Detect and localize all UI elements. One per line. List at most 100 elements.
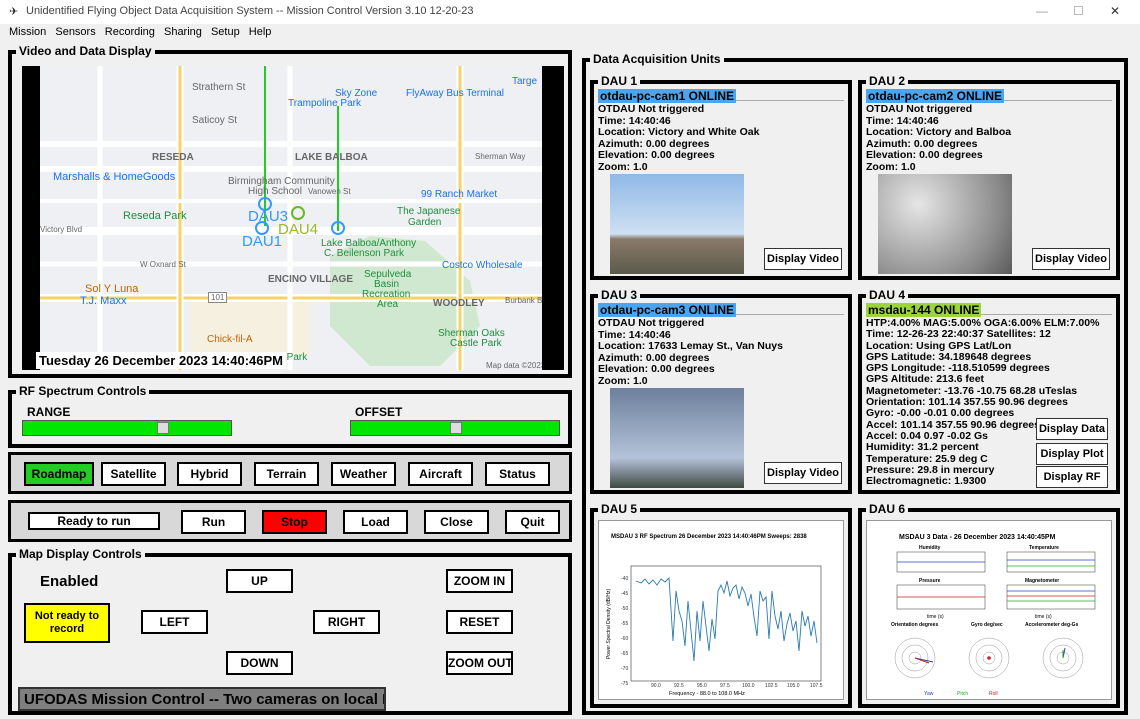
- map-label: FlyAway Bus Terminal: [406, 88, 504, 99]
- map-label: Strathern St: [192, 82, 246, 93]
- map-label: C. Beilenson Park: [324, 248, 405, 259]
- dau1-display-video-button[interactable]: Display Video: [764, 248, 842, 270]
- dau2-header: otdau-pc-cam2 ONLINE: [866, 87, 1112, 103]
- map-datetime: Tuesday 26 December 2023 14:40:46PM: [36, 352, 287, 369]
- dau4-panel: DAU 4 msdau-144 ONLINE HTP:4.00% MAG:5.0…: [858, 288, 1120, 494]
- map-label: Vanowen St: [308, 187, 351, 196]
- dau2-line: Elevation: 0.00 degrees: [866, 149, 983, 161]
- dau3-panel: DAU 3 otdau-pc-cam3 ONLINE OTDAU Not tri…: [590, 288, 852, 494]
- zoom-in-button[interactable]: ZOOM IN: [446, 569, 513, 593]
- rf-ytick: -75: [621, 681, 628, 687]
- rf-xtick: 95.0: [697, 683, 707, 689]
- record-status-button[interactable]: Not ready to record: [24, 603, 110, 643]
- dau3-display-video-button[interactable]: Display Video: [764, 462, 842, 484]
- terrain-button[interactable]: Terrain: [254, 462, 319, 486]
- offset-slider-thumb[interactable]: [450, 422, 462, 434]
- dau4-display-data-button[interactable]: Display Data: [1036, 418, 1108, 440]
- rf-xtick: 102.5: [765, 683, 778, 689]
- map-label: Area: [377, 299, 399, 310]
- dau1-line: Zoom: 1.0: [598, 160, 648, 173]
- satellite-button[interactable]: Satellite: [101, 462, 166, 486]
- offset-slider[interactable]: [350, 420, 560, 436]
- dau-map-marker[interactable]: DAU4: [278, 221, 318, 238]
- map-label: 101: [208, 292, 228, 303]
- close-button[interactable]: Close: [424, 510, 489, 534]
- app-icon: ✈: [9, 6, 19, 18]
- pan-up-button[interactable]: UP: [226, 569, 293, 593]
- pan-down-button[interactable]: DOWN: [226, 651, 293, 675]
- dau4-display-rf-button[interactable]: Display RF: [1036, 466, 1108, 488]
- title-bar: ✈ Unidentified Flying Object Data Acquis…: [0, 0, 1140, 24]
- maximize-button[interactable]: ☐: [1073, 4, 1084, 18]
- quit-button[interactable]: Quit: [505, 510, 560, 534]
- map-label: Burbank Bl: [505, 296, 542, 305]
- dau4-header: msdau-144 ONLINE: [866, 301, 1112, 317]
- menu-recording[interactable]: Recording: [105, 26, 155, 38]
- dau1-line: Location: Victory and White Oak: [598, 126, 760, 138]
- map-label: W Oxnard St: [140, 260, 186, 269]
- map-view[interactable]: Strathern St Saticoy St RESEDA LAKE BALB…: [22, 66, 564, 370]
- dau1-header: otdau-pc-cam1 ONLINE: [598, 87, 844, 103]
- dau6-panel: DAU 6 MSDAU 3 Data - 26 December 2023 14…: [858, 502, 1120, 708]
- range-slider-thumb[interactable]: [157, 422, 169, 434]
- menu-sharing[interactable]: Sharing: [164, 26, 202, 38]
- rf-ytick: -65: [621, 651, 628, 657]
- map-label: Victory Blvd: [40, 225, 83, 234]
- rf-ytick: -60: [621, 636, 628, 642]
- hybrid-button[interactable]: Hybrid: [177, 462, 242, 486]
- dau3-line: Location: 17633 Lemay St., Van Nuys: [598, 340, 783, 352]
- pan-left-button[interactable]: LEFT: [141, 610, 208, 634]
- dau-map-marker[interactable]: DAU1: [242, 233, 282, 250]
- close-window-button[interactable]: ✕: [1110, 4, 1120, 18]
- dau3-line: Elevation: 0.00 degrees: [598, 363, 715, 375]
- dau2-info: OTDAU Not triggered Time: 14:40:46 Locat…: [866, 103, 1012, 173]
- rf-ytick: -70: [621, 666, 628, 672]
- dau5-panel: DAU 5 MSDAU 3 RF Spectrum 26 December 20…: [590, 502, 852, 708]
- menu-mission[interactable]: Mission: [9, 26, 46, 38]
- reset-button[interactable]: RESET: [446, 610, 513, 634]
- dau3-line: OTDAU Not triggered: [598, 317, 705, 329]
- minimize-button[interactable]: —: [1036, 4, 1048, 18]
- rf-ytick: -55: [621, 621, 628, 627]
- map-canvas[interactable]: Strathern St Saticoy St RESEDA LAKE BALB…: [40, 66, 542, 370]
- weather-button[interactable]: Weather: [331, 462, 396, 486]
- map-label: Trampoline Park: [288, 98, 361, 109]
- map-label: Chick-fil-A: [207, 334, 253, 345]
- zoom-out-button[interactable]: ZOOM OUT: [446, 651, 513, 675]
- pan-right-button[interactable]: RIGHT: [313, 610, 380, 634]
- rf-ytick: -45: [621, 591, 628, 597]
- stop-button[interactable]: Stop: [262, 510, 327, 534]
- mission-banner: UFODAS Mission Control -- Two cameras on…: [18, 687, 386, 711]
- dau1-camera-image: [610, 174, 744, 274]
- dau2-display-video-button[interactable]: Display Video: [1032, 248, 1110, 270]
- map-label: Sol Y Luna: [85, 283, 139, 295]
- map-controls-title: Map Display Controls: [16, 547, 145, 561]
- dau2-line: Zoom: 1.0: [866, 160, 916, 173]
- legend-roll: Roll: [989, 691, 998, 697]
- map-label: RESEDA: [152, 152, 194, 163]
- menu-help[interactable]: Help: [249, 26, 272, 38]
- map-label: Targe: [512, 76, 538, 87]
- dau3-name: otdau-pc-cam3 ONLINE: [598, 303, 737, 317]
- dau5-title: DAU 5: [598, 502, 641, 516]
- menu-setup[interactable]: Setup: [211, 26, 240, 38]
- dau4-display-plot-button[interactable]: Display Plot: [1036, 443, 1108, 465]
- rf-xtick: 100.0: [742, 683, 755, 689]
- run-button[interactable]: Run: [181, 510, 246, 534]
- map-label: Map data ©2023: [486, 361, 542, 370]
- dau2-line: Location: Victory and Balboa: [866, 126, 1012, 138]
- dau6-title: DAU 6: [866, 502, 909, 516]
- dau1-line: Elevation: 0.00 degrees: [598, 149, 715, 161]
- aircraft-button[interactable]: Aircraft: [408, 462, 473, 486]
- status-button[interactable]: Status: [485, 462, 550, 486]
- menu-sensors[interactable]: Sensors: [55, 26, 95, 38]
- rf-ytick: -40: [621, 576, 628, 582]
- roadmap-button[interactable]: Roadmap: [24, 462, 94, 486]
- menu-bar: Mission Sensors Recording Sharing Setup …: [0, 26, 271, 42]
- load-button[interactable]: Load: [343, 510, 408, 534]
- range-slider[interactable]: [22, 420, 232, 436]
- rf-ytick: -50: [621, 606, 628, 612]
- dau2-camera-image: [878, 174, 1012, 274]
- dau2-line: OTDAU Not triggered: [866, 103, 973, 115]
- map-label: Saticoy St: [192, 115, 238, 126]
